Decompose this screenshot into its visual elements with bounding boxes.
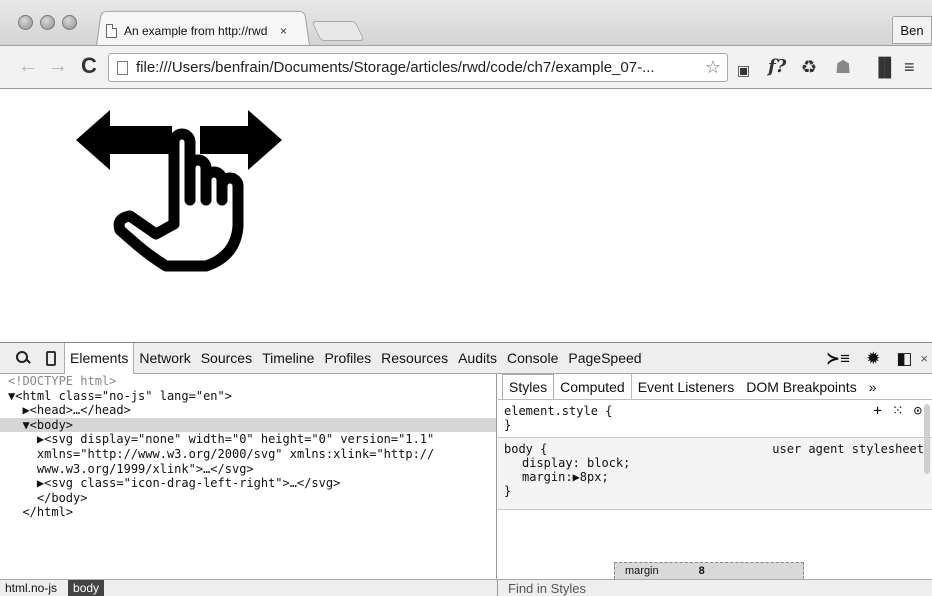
android-icon[interactable]: ☗ — [835, 55, 851, 79]
settings-gear-icon[interactable]: ✹ — [866, 349, 880, 369]
file-icon — [117, 60, 128, 75]
tab-dom-breakpoints[interactable]: DOM Breakpoints — [740, 374, 862, 399]
tab-elements[interactable]: Elements — [64, 342, 135, 374]
user-agent-stylesheet-label: user agent stylesheet — [772, 442, 924, 456]
dom-node-head[interactable]: ▶<head>…</head> — [0, 403, 496, 418]
styles-subtabs: Styles Computed Event Listeners DOM Brea… — [498, 374, 932, 400]
devtools-close-icon[interactable]: × — [920, 351, 928, 366]
profile-button[interactable]: Ben — [892, 16, 932, 44]
menu-icon[interactable]: ≡ — [904, 55, 915, 79]
dom-node-svg-sprite-cont2[interactable]: www.w3.org/1999/xlink">…</svg> — [0, 462, 496, 477]
styles-scrollbar[interactable] — [924, 404, 930, 474]
browser-toolbar: ← → C file:///Users/benfrain/Documents/S… — [0, 45, 932, 89]
find-in-styles-input[interactable]: Find in Styles — [508, 581, 586, 596]
browser-tab-content: An example from http://rwd × — [106, 20, 287, 42]
dom-node-html[interactable]: ▼<html class="no-js" lang="en"> — [0, 389, 496, 404]
drag-left-right-icon — [76, 110, 282, 272]
panel-icon[interactable]: ▐▌ — [872, 55, 898, 79]
tab-profiles[interactable]: Profiles — [319, 343, 376, 374]
cast-icon[interactable]: ▣ — [737, 58, 750, 82]
forward-arrow-icon[interactable]: → — [48, 56, 68, 76]
box-model-diagram: margin 8 — [614, 562, 804, 579]
bookmark-star-icon[interactable]: ☆ — [705, 57, 721, 78]
dom-node-svg-sprite[interactable]: ▶<svg display="none" width="0" height="0… — [0, 432, 496, 447]
page-icon — [106, 24, 117, 38]
tab-pagespeed[interactable]: PageSpeed — [563, 343, 646, 374]
toggle-state-icon[interactable]: ⁙ — [892, 404, 904, 418]
dom-node-svg-sprite-cont1[interactable]: xmlns="http://www.w3.org/2000/svg" xmlns… — [0, 447, 496, 462]
reload-icon[interactable]: C — [81, 54, 97, 78]
dom-node-html-close[interactable]: </html> — [0, 505, 496, 520]
panel-divider — [497, 580, 498, 596]
devtools-right-controls: ≻≡ ✹ ◧ × — [810, 343, 932, 374]
inspect-search-icon[interactable] — [16, 351, 30, 365]
devtools-statusbar: html.no-js body Find in Styles — [0, 579, 932, 596]
elements-panel: <!DOCTYPE html> ▼<html class="no-js" lan… — [0, 374, 497, 579]
element-style-close: } — [504, 418, 512, 432]
tab-sources[interactable]: Sources — [196, 343, 257, 374]
body-rule-close: } — [504, 484, 512, 498]
body-prop-margin[interactable]: margin:▶8px; — [504, 470, 926, 484]
add-rule-icon[interactable]: + — [873, 404, 881, 418]
tab-close-icon[interactable]: × — [280, 24, 287, 38]
element-style-rule[interactable]: element.style { } + ⁙ ⊙ — [498, 400, 932, 438]
title-bar: An example from http://rwd × Ben — [0, 0, 932, 47]
styles-panel: Styles Computed Event Listeners DOM Brea… — [498, 374, 932, 579]
zoom-window-button[interactable] — [62, 15, 77, 30]
new-tab-button[interactable] — [311, 21, 365, 41]
breadcrumb-html[interactable]: html.no-js — [0, 580, 62, 596]
dom-node-svg-icon[interactable]: ▶<svg class="icon-drag-left-right">…</sv… — [0, 476, 496, 491]
console-drawer-icon[interactable]: ≻≡ — [826, 349, 850, 369]
tab-event-listeners[interactable]: Event Listeners — [630, 374, 741, 399]
body-ua-rule[interactable]: body { user agent stylesheet display: bl… — [498, 438, 932, 510]
breadcrumb-body[interactable]: body — [68, 580, 105, 596]
minimize-window-button[interactable] — [40, 15, 55, 30]
body-prop-display[interactable]: display: block; — [504, 456, 926, 470]
address-bar[interactable]: file:///Users/benfrain/Documents/Storage… — [108, 53, 728, 82]
dom-node-body[interactable]: ▼<body> — [0, 417, 496, 433]
tab-console[interactable]: Console — [502, 343, 563, 374]
more-tabs-chevron-icon[interactable]: » — [869, 379, 877, 395]
url-text[interactable]: file:///Users/benfrain/Documents/Storage… — [136, 59, 705, 76]
tab-computed[interactable]: Computed — [554, 374, 631, 399]
dom-node-doctype[interactable]: <!DOCTYPE html> — [0, 374, 496, 389]
back-arrow-icon[interactable]: ← — [18, 56, 38, 76]
element-style-selector: element.style { — [504, 404, 613, 418]
color-format-icon[interactable]: ⊙ — [914, 404, 922, 418]
page-viewport — [0, 90, 932, 342]
tab-timeline[interactable]: Timeline — [257, 343, 319, 374]
rule-toolbar: + ⁙ ⊙ — [873, 404, 922, 418]
device-mode-icon[interactable] — [46, 350, 56, 366]
dom-node-body-close[interactable]: </body> — [0, 491, 496, 506]
tab-network[interactable]: Network — [134, 343, 195, 374]
dock-side-icon[interactable]: ◧ — [896, 349, 912, 369]
close-window-button[interactable] — [18, 15, 33, 30]
devtools-toolbar: Elements Network Sources Timeline Profil… — [0, 342, 932, 374]
tab-audits[interactable]: Audits — [453, 343, 502, 374]
recycle-icon[interactable]: ♻ — [801, 55, 817, 79]
tab-title[interactable]: An example from http://rwd — [124, 24, 274, 38]
tab-styles[interactable]: Styles — [502, 374, 555, 399]
box-model-margin-value[interactable]: 8 — [699, 565, 705, 577]
fonts-extension-icon[interactable]: f? — [768, 55, 786, 79]
box-model-margin-label: margin — [625, 565, 659, 577]
tab-resources[interactable]: Resources — [376, 343, 453, 374]
